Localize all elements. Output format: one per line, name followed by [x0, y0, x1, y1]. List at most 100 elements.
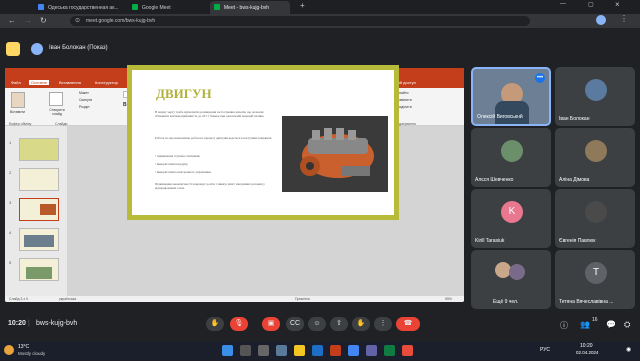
emoji-button[interactable]: ☺: [308, 317, 326, 331]
presenter-avatar: [31, 43, 43, 55]
clock-date[interactable]: 02.04.2024: [576, 350, 599, 355]
close-window-icon[interactable]: ×: [615, 0, 620, 9]
present-button[interactable]: ⇧: [330, 317, 348, 331]
select-button[interactable]: Виділити: [397, 105, 412, 109]
paste-button[interactable]: Вставити: [10, 110, 25, 114]
minimize-icon[interactable]: —: [560, 1, 566, 7]
taskbar-app-icon[interactable]: [402, 345, 413, 356]
taskbar-app-icon[interactable]: [366, 345, 377, 356]
participant-tile[interactable]: K Kirill Tarasiuk: [471, 189, 551, 248]
site-info-icon[interactable]: ⊙: [75, 17, 80, 24]
presentation-icon: [6, 42, 20, 56]
notification-icon[interactable]: ◉: [626, 346, 631, 353]
forward-icon[interactable]: →: [24, 16, 32, 25]
browser-tab[interactable]: Google Meet: [128, 1, 204, 14]
slide-counter: Слайд 3 з 9: [9, 297, 28, 301]
browser-tab[interactable]: Одеська государственная ак...: [34, 1, 124, 14]
participant-avatar: [585, 201, 607, 223]
participant-avatar: [585, 140, 607, 162]
participant-name: Алєся Шевченко: [475, 177, 514, 183]
zoom-level[interactable]: 55%: [445, 297, 452, 301]
participant-tile[interactable]: Євгенія Павлюк: [555, 189, 635, 248]
replace-button[interactable]: Замінити: [397, 98, 412, 102]
more-options-button[interactable]: ⋮: [374, 317, 392, 331]
slide-thumbnail[interactable]: [19, 228, 59, 251]
url-field[interactable]: ⊙ meet.google.com/bws-kujg-bvh: [70, 16, 530, 26]
participant-tile[interactable]: Аліна Дімова: [555, 128, 635, 187]
participant-count: 16: [592, 317, 598, 323]
info-icon[interactable]: ⓘ: [560, 320, 568, 331]
slide-paragraph: Робота по вдосконаленню робочого процесу…: [155, 136, 273, 140]
edge-icon[interactable]: [312, 345, 323, 356]
reload-icon[interactable]: ↻: [40, 16, 47, 25]
participant-tile[interactable]: Іван Болокан: [555, 67, 635, 126]
mic-off-button[interactable]: 🎙: [230, 317, 248, 331]
layout-button[interactable]: Макет: [79, 91, 89, 95]
new-tab-icon[interactable]: +: [300, 1, 305, 10]
people-icon[interactable]: 👥: [580, 320, 590, 329]
thumb-image: [24, 235, 54, 247]
file-explorer-icon[interactable]: [294, 345, 305, 356]
participant-name: Євгенія Павлюк: [559, 238, 596, 244]
camera-off-button[interactable]: ▣: [262, 317, 280, 331]
tab-favicon-icon: [38, 4, 44, 10]
activities-icon[interactable]: ⛭: [624, 320, 630, 330]
participant-tile-active-speaker[interactable]: ••• Олексій Виговськнй: [471, 67, 551, 126]
participant-avatar: [585, 79, 607, 101]
reset-button[interactable]: Скинути: [79, 98, 92, 102]
taskbar-app-icon[interactable]: [384, 345, 395, 356]
clock-time[interactable]: 10:20: [580, 343, 593, 349]
menu-insert[interactable]: Вставлення: [59, 80, 81, 85]
slide-thumbnail[interactable]: [19, 258, 59, 281]
input-language[interactable]: РУС: [540, 347, 550, 353]
thumb-number: 4: [9, 230, 12, 235]
slide-thumbnail-selected[interactable]: [19, 198, 59, 221]
more-participants-tile[interactable]: Ещё 9 чел.: [471, 250, 551, 309]
menu-design[interactable]: Конструктор: [95, 80, 118, 85]
participant-tile[interactable]: T Тетяна Вячеславівна ...: [555, 250, 635, 309]
slide-bullet: • використання електронного управління.: [155, 170, 212, 174]
ppt-status-bar: Слайд 3 з 9 українська Примітки 55%: [5, 296, 464, 302]
new-slide-button[interactable]: Створити слайд: [45, 108, 69, 116]
current-slide[interactable]: ДВИГУН В першу чергу треба відзначити ро…: [127, 65, 399, 220]
raise-hand-button[interactable]: ✋: [206, 317, 224, 331]
paste-icon[interactable]: [11, 92, 25, 108]
new-slide-icon[interactable]: [49, 92, 63, 106]
slide-bullet: • підвищення ступеня стиснення;: [155, 154, 201, 158]
slide-bullet: • використання наддуву;: [155, 162, 189, 166]
powerpoint-icon[interactable]: [330, 345, 341, 356]
thumb-number: 3: [9, 200, 12, 205]
captions-button[interactable]: CC: [286, 317, 304, 331]
thumb-number: 5: [9, 260, 12, 265]
weather-temp: 13°C: [18, 344, 30, 350]
slide-title: ДВИГУН: [156, 86, 212, 101]
back-icon[interactable]: ←: [8, 16, 16, 25]
taskbar-app-icon[interactable]: [276, 345, 287, 356]
meet-favicon-icon: [132, 4, 138, 10]
leave-call-button[interactable]: ☎: [396, 317, 420, 331]
participant-initial-avatar: T: [585, 262, 607, 284]
browser-tab-active[interactable]: Meet - bws-kujg-bvh: [210, 1, 290, 14]
browser-tab-bar: Одеська государственная ак... Google Mee…: [0, 0, 640, 14]
language-status[interactable]: українська: [59, 297, 76, 301]
section-button[interactable]: Розділ: [79, 105, 89, 109]
maximize-icon[interactable]: ▢: [588, 1, 594, 8]
chrome-icon[interactable]: [348, 345, 359, 356]
menu-file[interactable]: Файл: [11, 80, 21, 85]
chat-icon[interactable]: 💬: [606, 320, 616, 329]
slide-thumbnail[interactable]: [19, 138, 59, 161]
menu-home[interactable]: Основне: [29, 80, 50, 85]
weather-icon[interactable]: [4, 345, 14, 355]
thumb-number: 1: [9, 140, 12, 145]
task-view-icon[interactable]: [258, 345, 269, 356]
participant-tile[interactable]: Алєся Шевченко: [471, 128, 551, 187]
raise-hand-icon-button[interactable]: ✋: [352, 317, 370, 331]
start-menu-icon[interactable]: [222, 345, 233, 356]
profile-avatar[interactable]: [596, 15, 606, 25]
engine-illustration: [282, 116, 388, 192]
notes-button[interactable]: Примітки: [295, 297, 310, 301]
participant-avatar: [509, 264, 525, 280]
search-icon[interactable]: [240, 345, 251, 356]
browser-menu-icon[interactable]: ⋮: [620, 14, 628, 23]
slide-thumbnail[interactable]: [19, 168, 59, 191]
